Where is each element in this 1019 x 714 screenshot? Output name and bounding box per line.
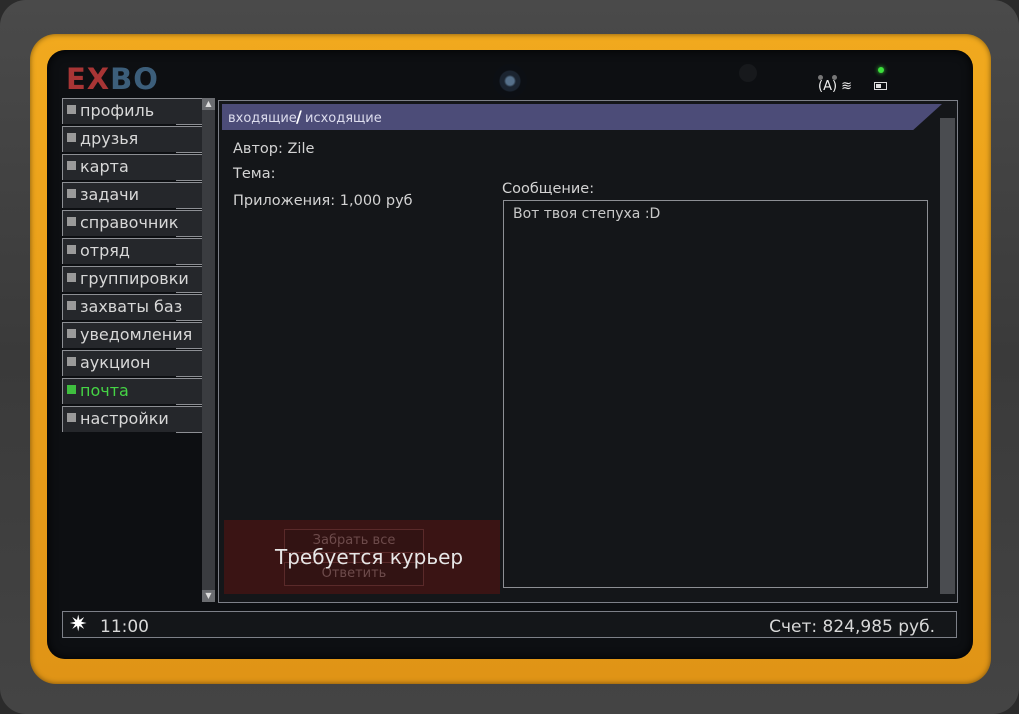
sidebar-item-label: почта [80,381,129,400]
bullet-icon [67,217,76,226]
sidebar-nav: профиль друзья карта задачи справочник о… [62,98,202,602]
sidebar-item-label: профиль [80,101,155,120]
battery-icon [874,82,887,90]
sidebar-item-label: группировки [80,269,189,288]
mail-tabbar: входящие / исходящие [222,104,942,130]
sidebar-item-notifications[interactable]: уведомления [62,322,202,349]
weather-sun-icon: ✷ [69,612,88,637]
bullet-icon [67,189,76,198]
sidebar-item-squad[interactable]: отряд [62,238,202,265]
sidebar-item-label: уведомления [80,325,193,344]
sidebar-item-map[interactable]: карта [62,154,202,181]
mail-attachments: Приложения: 1,000 руб [233,193,413,209]
sidebar-item-label: справочник [80,213,179,232]
logo-part-1: EX [66,62,111,96]
bullet-icon [67,245,76,254]
bullet-icon [67,413,76,422]
scroll-down-icon[interactable]: ▼ [202,590,215,602]
sidebar-scrollbar[interactable]: ▲ ▼ [202,98,215,602]
sidebar-item-label: друзья [80,129,139,148]
camera-icon [493,64,527,98]
bullet-icon [67,133,76,142]
sidebar-item-base-captures[interactable]: захваты баз [62,294,202,321]
bullet-icon [67,301,76,310]
scroll-up-icon[interactable]: ▲ [202,98,215,110]
sidebar-item-friends[interactable]: друзья [62,126,202,153]
sidebar-item-label: задачи [80,185,140,204]
bullet-icon [67,273,76,282]
tab-separator: / [296,107,302,126]
tab-incoming[interactable]: входящие [228,111,297,126]
message-text: Вот твоя степуха :D [513,206,661,222]
bullet-icon [67,385,76,394]
sidebar-item-reference[interactable]: справочник [62,210,202,237]
sidebar-item-label: захваты баз [80,297,183,316]
logo-part-2: BO [110,62,159,96]
sidebar-item-label: настройки [80,409,169,428]
sidebar-item-settings[interactable]: настройки [62,406,202,433]
courier-notice: Требуется курьер [275,545,464,569]
sidebar-item-auction[interactable]: аукцион [62,350,202,377]
account-balance: Счет: 824,985 руб. [769,617,935,637]
sidebar-item-tasks[interactable]: задачи [62,182,202,209]
sidebar-item-factions[interactable]: группировки [62,266,202,293]
bullet-icon [67,161,76,170]
clock: 11:00 [100,617,149,637]
mail-author: Автор: Zile [233,141,315,157]
exbo-logo: EXBO [66,62,159,96]
sidebar-item-profile[interactable]: профиль [62,98,202,125]
bullet-icon [67,329,76,338]
bullet-icon [67,357,76,366]
message-label: Сообщение: [502,181,595,197]
sensor-icon [739,64,757,82]
power-led-icon [878,67,884,73]
sidebar-item-mail[interactable]: почта [62,378,202,405]
signal-wifi-icon: (A) ≋ [818,79,853,94]
sidebar-item-label: отряд [80,241,130,260]
sidebar-item-label: карта [80,157,129,176]
tab-outgoing[interactable]: исходящие [305,111,382,126]
message-scrollbar[interactable] [940,118,955,594]
bullet-icon [67,105,76,114]
message-box [503,200,928,588]
mail-subject: Тема: [233,166,276,182]
sidebar-item-label: аукцион [80,353,151,372]
